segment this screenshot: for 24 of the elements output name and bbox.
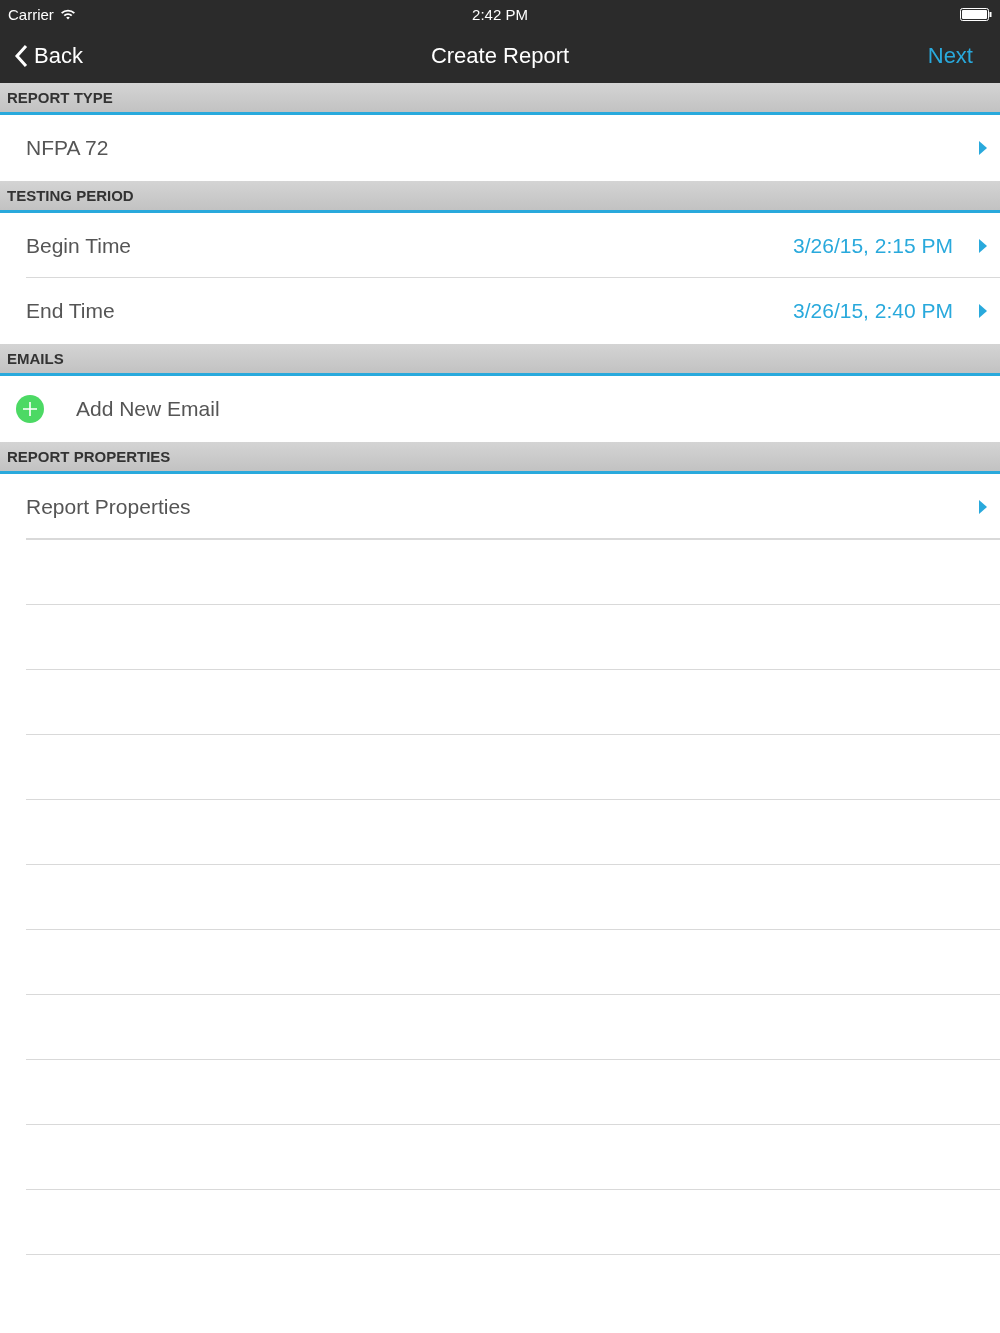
row-label: End Time xyxy=(26,299,116,323)
row-value: 3/26/15, 2:40 PM xyxy=(793,299,953,323)
row-label: Begin Time xyxy=(26,233,133,258)
next-button[interactable]: Next xyxy=(927,42,986,69)
section-header: REPORT TYPE xyxy=(0,83,1000,115)
disclosure-icon xyxy=(979,499,987,514)
back-button[interactable]: Back xyxy=(14,42,83,69)
section-header: REPORT PROPERTIES xyxy=(0,442,1000,474)
battery-icon xyxy=(960,7,992,21)
carrier-label: Carrier xyxy=(8,5,54,23)
disclosure-icon xyxy=(979,304,987,318)
back-chevron-icon xyxy=(14,43,28,68)
wifi-icon xyxy=(59,8,76,20)
row-label: Add New Email xyxy=(76,397,221,421)
section-header: TESTING PERIOD xyxy=(0,181,1000,213)
row-value: 3/26/15, 2:15 PM xyxy=(793,233,953,258)
status-time: 2:42 PM xyxy=(472,5,528,23)
disclosure-icon xyxy=(979,141,987,155)
add-icon xyxy=(16,395,44,423)
disclosure-icon xyxy=(979,238,987,253)
section-header: EMAILS xyxy=(0,344,1000,376)
screen-title: Create Report xyxy=(430,42,570,69)
row-label: NFPA 72 xyxy=(26,136,110,160)
row-label: Report Properties xyxy=(26,494,192,519)
